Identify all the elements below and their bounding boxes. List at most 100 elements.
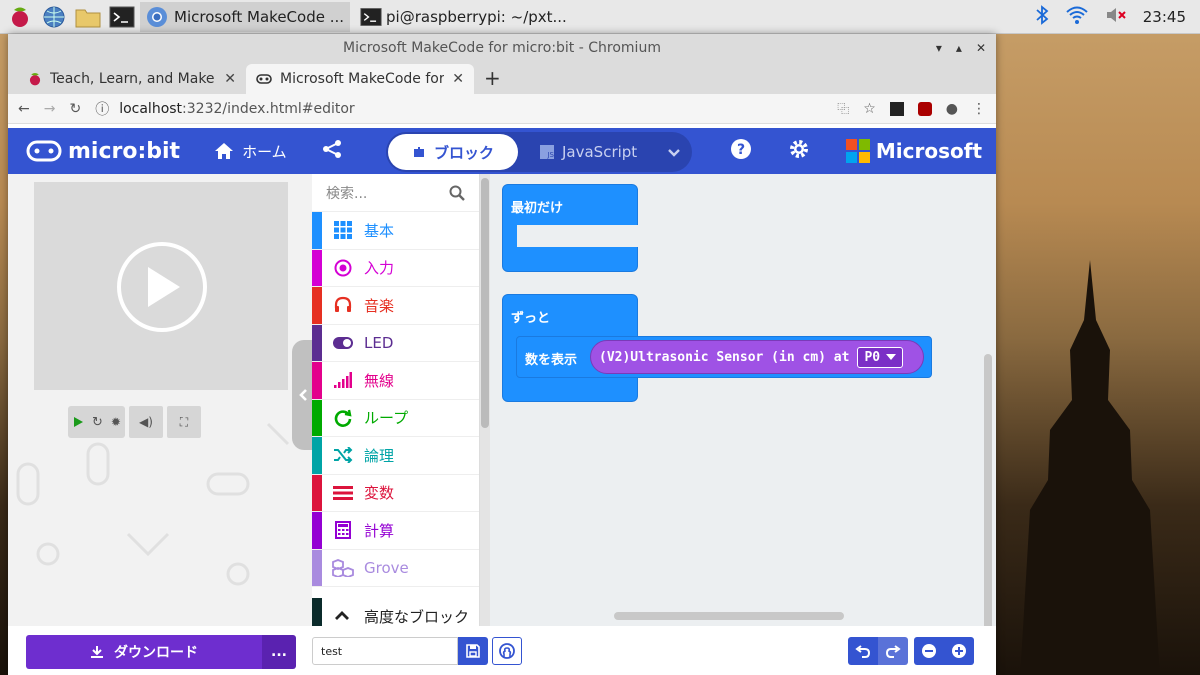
- block-label: 最初だけ: [511, 201, 564, 216]
- puzzle-icon: [413, 147, 424, 157]
- category-label: 無線: [364, 371, 395, 390]
- speaker-icon: ◀): [139, 415, 153, 429]
- home-icon: [215, 143, 234, 159]
- translate-icon[interactable]: ⿻: [837, 100, 849, 117]
- volume-muted-icon[interactable]: [1105, 5, 1127, 29]
- download-more-button[interactable]: ...: [262, 635, 296, 669]
- category-math[interactable]: 計算: [312, 512, 479, 550]
- tab-close-icon[interactable]: ✕: [224, 71, 236, 87]
- collapse-simulator-button[interactable]: [292, 340, 314, 450]
- redo-button[interactable]: [878, 637, 908, 665]
- tab-makecode[interactable]: Microsoft MakeCode for m ✕: [246, 64, 474, 94]
- maximize-icon[interactable]: ▴: [956, 41, 962, 55]
- tab-strip: Teach, Learn, and Make w ✕ Microsoft Mak…: [8, 62, 996, 94]
- tab-label: Microsoft MakeCode for m: [280, 71, 445, 87]
- profile-icon[interactable]: ●: [946, 101, 958, 117]
- microsoft-logo[interactable]: Microsoft: [845, 139, 982, 163]
- bookmark-star-icon[interactable]: ☆: [863, 101, 876, 117]
- undo-icon: [855, 645, 871, 658]
- on-start-block[interactable]: 最初だけ: [502, 184, 638, 272]
- toolbox-search[interactable]: 検索...: [312, 174, 479, 212]
- wifi-icon[interactable]: [1065, 5, 1089, 29]
- headphones-icon: [332, 296, 354, 314]
- share-button[interactable]: [321, 139, 343, 163]
- javascript-mode-button[interactable]: JS JavaScript: [540, 143, 637, 161]
- signal-bars-icon: [332, 372, 354, 389]
- grid-icon: [332, 221, 354, 240]
- category-input[interactable]: 入力: [312, 249, 479, 287]
- tab-teach-learn[interactable]: Teach, Learn, and Make w ✕: [18, 64, 246, 94]
- taskbar-task-chromium[interactable]: Microsoft MakeCode ...: [140, 1, 351, 32]
- category-loops[interactable]: ループ: [312, 399, 479, 437]
- microbit-logo[interactable]: micro:bit: [26, 139, 180, 164]
- zoom-out-button[interactable]: [914, 637, 944, 665]
- category-label: 計算: [364, 521, 395, 540]
- blocks-mode-button[interactable]: ブロック: [388, 134, 518, 170]
- chevron-down-icon[interactable]: [667, 143, 681, 162]
- category-label: 入力: [364, 259, 395, 278]
- home-button[interactable]: ホーム: [214, 141, 287, 162]
- url-field[interactable]: ⓘ localhost:3232/index.html#editor: [95, 99, 823, 119]
- ultrasonic-reporter-block[interactable]: (V2)Ultrasonic Sensor (in cm) at P0: [590, 340, 924, 374]
- workspace-scrollbar-vertical[interactable]: [984, 354, 992, 644]
- download-button[interactable]: ダウンロード: [26, 635, 262, 669]
- save-button[interactable]: [458, 637, 488, 665]
- blocks-workspace[interactable]: 最初だけ ずっと 数を表示 (V2)Ultrasonic Sensor (in …: [490, 174, 996, 644]
- gear-icon[interactable]: [788, 138, 810, 164]
- back-icon[interactable]: ←: [18, 101, 30, 117]
- toolbox-scrollbar[interactable]: [480, 174, 490, 626]
- github-button[interactable]: [492, 637, 522, 665]
- file-manager-icon[interactable]: [74, 3, 102, 31]
- new-tab-icon[interactable]: +: [484, 66, 501, 94]
- undo-button[interactable]: [848, 637, 878, 665]
- category-radio[interactable]: 無線: [312, 362, 479, 400]
- forward-icon[interactable]: →: [44, 101, 56, 117]
- redo-icon: [885, 645, 901, 658]
- tab-label: Teach, Learn, and Make w: [50, 71, 217, 87]
- refresh-icon: [332, 409, 354, 427]
- category-grove[interactable]: Grove: [312, 549, 479, 587]
- taskbar-task-terminal[interactable]: pi@raspberrypi: ~/pxt...: [354, 2, 573, 32]
- block-label: 数を表示: [525, 353, 578, 368]
- simulator-screen[interactable]: [34, 182, 288, 390]
- category-label: 音楽: [364, 296, 395, 315]
- pin-dropdown[interactable]: P0: [857, 346, 904, 368]
- pin-value: P0: [864, 349, 881, 365]
- category-label: 基本: [364, 221, 395, 240]
- bluetooth-icon[interactable]: [1035, 5, 1049, 29]
- tab-close-icon[interactable]: ✕: [452, 71, 464, 87]
- category-label: 高度なブロック: [364, 607, 470, 626]
- terminal-icon[interactable]: [108, 3, 136, 31]
- caret-down-icon: [886, 354, 897, 360]
- web-browser-icon[interactable]: [40, 3, 68, 31]
- zoom-in-button[interactable]: [944, 637, 974, 665]
- category-label: 変数: [364, 484, 395, 503]
- project-name-input[interactable]: [312, 637, 458, 665]
- category-variables[interactable]: 変数: [312, 474, 479, 512]
- category-logic[interactable]: 論理: [312, 437, 479, 475]
- help-icon[interactable]: ?: [730, 138, 752, 164]
- workspace-scrollbar-horizontal[interactable]: [614, 612, 844, 620]
- play-button[interactable]: [117, 242, 207, 332]
- menu-kebab-icon[interactable]: ⋮: [972, 101, 986, 117]
- close-icon[interactable]: ✕: [976, 41, 986, 55]
- run-icon[interactable]: [72, 413, 84, 432]
- raspberry-menu-icon[interactable]: [6, 3, 34, 31]
- minimize-icon[interactable]: ▾: [936, 41, 942, 55]
- javascript-label: JavaScript: [562, 143, 638, 161]
- ublock-icon[interactable]: [917, 101, 932, 116]
- target-icon: [332, 259, 354, 277]
- extension-icon[interactable]: [889, 101, 904, 116]
- debug-icon[interactable]: ✹: [111, 415, 121, 429]
- microsoft-label: Microsoft: [875, 139, 982, 163]
- makecode-header: micro:bit ホーム ブロック JS JavaScript ? Micro…: [8, 128, 996, 174]
- category-led[interactable]: LED: [312, 324, 479, 362]
- reload-icon[interactable]: ↻: [69, 101, 81, 117]
- window-titlebar: Microsoft MakeCode for micro:bit - Chrom…: [8, 34, 996, 62]
- category-music[interactable]: 音楽: [312, 287, 479, 325]
- info-icon[interactable]: ⓘ: [95, 99, 109, 119]
- category-basic[interactable]: 基本: [312, 212, 479, 250]
- restart-icon[interactable]: ↻: [92, 415, 103, 430]
- fullscreen-button[interactable]: ⛶: [166, 406, 201, 438]
- mute-button[interactable]: ◀): [128, 406, 163, 438]
